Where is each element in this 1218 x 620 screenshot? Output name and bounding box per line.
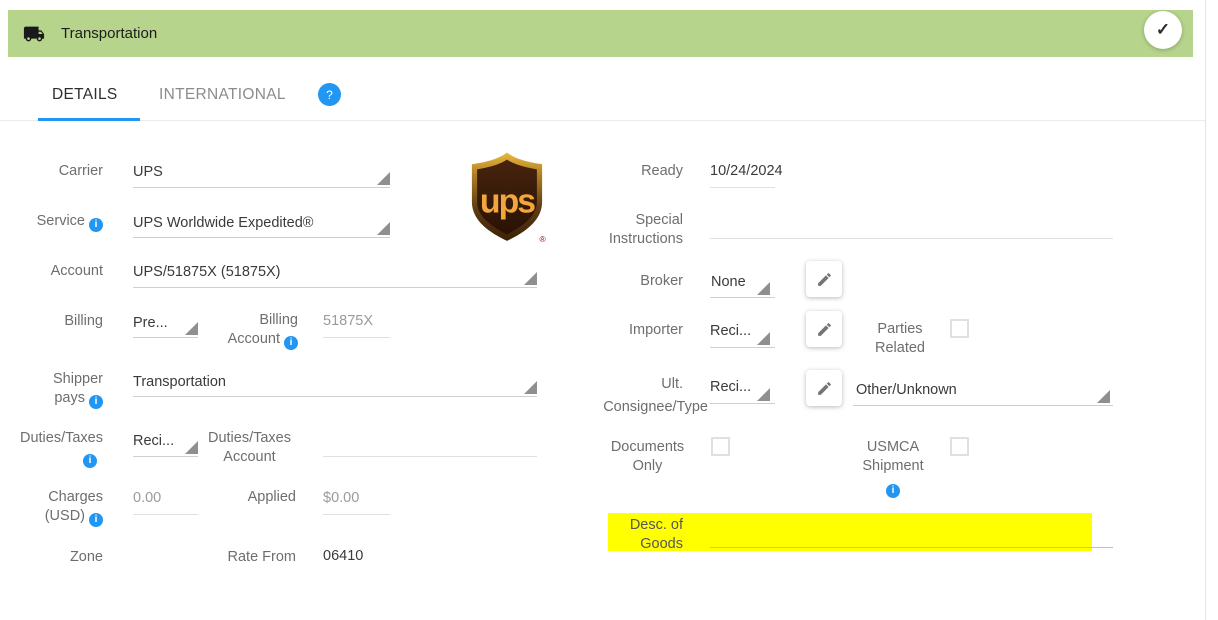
ready-date-input[interactable]: 10/24/2024 <box>710 163 783 179</box>
ult-consignee-select[interactable]: Reci... <box>710 379 751 395</box>
duties-taxes-select[interactable]: Reci... <box>133 433 174 449</box>
special-instructions-label: Special Instructions <box>608 212 683 247</box>
check-icon: ✓ <box>1155 20 1171 39</box>
ups-logo-text: ups <box>480 182 535 220</box>
dropdown-arrow-icon <box>377 172 390 185</box>
carrier-select[interactable]: UPS <box>133 164 163 180</box>
billing-account-label: Billing Account <box>210 311 298 350</box>
dropdown-arrow-icon <box>524 272 537 285</box>
shipper-pays-underline <box>133 396 537 397</box>
charges-underline <box>133 514 198 515</box>
parties-related-label: Parties Related <box>875 321 925 356</box>
consignee-type-select[interactable]: Other/Unknown <box>856 382 957 398</box>
broker-edit-button[interactable] <box>806 261 842 297</box>
transportation-header-bar: Transportation <box>8 10 1193 57</box>
dropdown-arrow-icon <box>185 322 198 335</box>
tab-details[interactable]: DETAILS <box>52 86 118 104</box>
pencil-icon <box>817 322 831 336</box>
importer-select[interactable]: Reci... <box>710 323 751 339</box>
dropdown-arrow-icon <box>1097 390 1110 403</box>
carrier-label: Carrier <box>58 163 103 179</box>
confirm-check-button[interactable]: ✓ <box>1144 11 1182 49</box>
importer-edit-button[interactable] <box>806 311 842 347</box>
page-title: Transportation <box>61 25 158 42</box>
parties-related-checkbox[interactable] <box>950 319 969 338</box>
applied-label: Applied <box>247 489 296 505</box>
pencil-icon <box>817 272 831 286</box>
rate-from-label: Rate From <box>227 549 297 565</box>
broker-underline <box>710 297 775 298</box>
tab-international[interactable]: INTERNATIONAL <box>159 86 286 104</box>
special-instructions-underline <box>710 238 1113 239</box>
charges-info-icon[interactable] <box>89 512 103 527</box>
applied-underline <box>323 514 390 515</box>
ult-consignee-underline <box>710 403 775 404</box>
dropdown-arrow-icon <box>757 388 770 401</box>
consignee-type-underline <box>853 405 1113 406</box>
billing-account-input[interactable]: 51875X <box>323 313 373 329</box>
shipper-pays-select[interactable]: Transportation <box>133 374 226 390</box>
tabbar-divider <box>0 120 1205 121</box>
usmca-shipment-checkbox[interactable] <box>950 437 969 456</box>
documents-only-checkbox[interactable] <box>711 437 730 456</box>
duties-taxes-info-icon[interactable] <box>83 453 97 468</box>
ready-underline <box>710 187 775 188</box>
importer-label: Importer <box>629 322 683 338</box>
dropdown-arrow-icon <box>185 441 198 454</box>
usmca-shipment-label: USMCA Shipment <box>848 438 938 498</box>
billing-account-info-icon[interactable] <box>284 335 298 350</box>
usmca-info-icon[interactable] <box>886 483 900 498</box>
billing-label: Billing <box>64 313 103 329</box>
ult-consignee-label-line2: Consignee/Type <box>603 399 708 415</box>
page-right-border <box>1205 0 1206 620</box>
duties-taxes-account-label: Duties/Taxes Account <box>207 430 291 465</box>
truck-icon <box>23 23 45 45</box>
dropdown-arrow-icon <box>524 381 537 394</box>
charges-label: Charges (USD) <box>0 488 103 527</box>
service-underline <box>133 237 390 238</box>
billing-underline <box>133 337 198 338</box>
dropdown-arrow-icon <box>377 222 390 235</box>
help-icon[interactable]: ? <box>318 83 341 106</box>
shipper-pays-label: Shipper pays <box>0 370 103 409</box>
duties-taxes-label: Duties/Taxes <box>0 429 103 468</box>
dropdown-arrow-icon <box>757 282 770 295</box>
service-select[interactable]: UPS Worldwide Expedited® <box>133 215 313 231</box>
broker-select[interactable]: None <box>711 274 746 290</box>
broker-label: Broker <box>640 273 683 289</box>
service-info-icon[interactable] <box>89 217 103 232</box>
ult-consignee-edit-button[interactable] <box>806 370 842 406</box>
account-select[interactable]: UPS/51875X (51875X) <box>133 264 281 280</box>
desc-of-goods-underline <box>710 547 1113 548</box>
dropdown-arrow-icon <box>757 332 770 345</box>
pencil-icon <box>817 381 831 395</box>
duties-taxes-account-underline <box>323 456 537 457</box>
charges-input[interactable]: 0.00 <box>133 490 161 506</box>
ready-label: Ready <box>641 163 683 179</box>
account-underline <box>133 287 537 288</box>
documents-only-label: Documents Only <box>610 439 685 474</box>
carrier-underline <box>133 187 390 188</box>
billing-select[interactable]: Pre... <box>133 315 168 331</box>
shipper-pays-info-icon[interactable] <box>89 394 103 409</box>
duties-taxes-underline <box>133 456 198 457</box>
service-label: Service <box>0 212 103 232</box>
account-label: Account <box>50 263 103 279</box>
rate-from-value: 06410 <box>323 548 364 564</box>
ult-consignee-label-line1: Ult. <box>661 376 683 392</box>
billing-account-underline <box>323 337 390 338</box>
applied-input[interactable]: $0.00 <box>323 490 359 506</box>
ups-logo: ups ® <box>468 151 547 250</box>
importer-underline <box>710 347 775 348</box>
desc-of-goods-label: Desc. of Goods <box>629 517 683 552</box>
ups-registered-mark: ® <box>540 234 547 244</box>
active-tab-indicator <box>38 118 140 121</box>
zone-label: Zone <box>69 549 103 565</box>
